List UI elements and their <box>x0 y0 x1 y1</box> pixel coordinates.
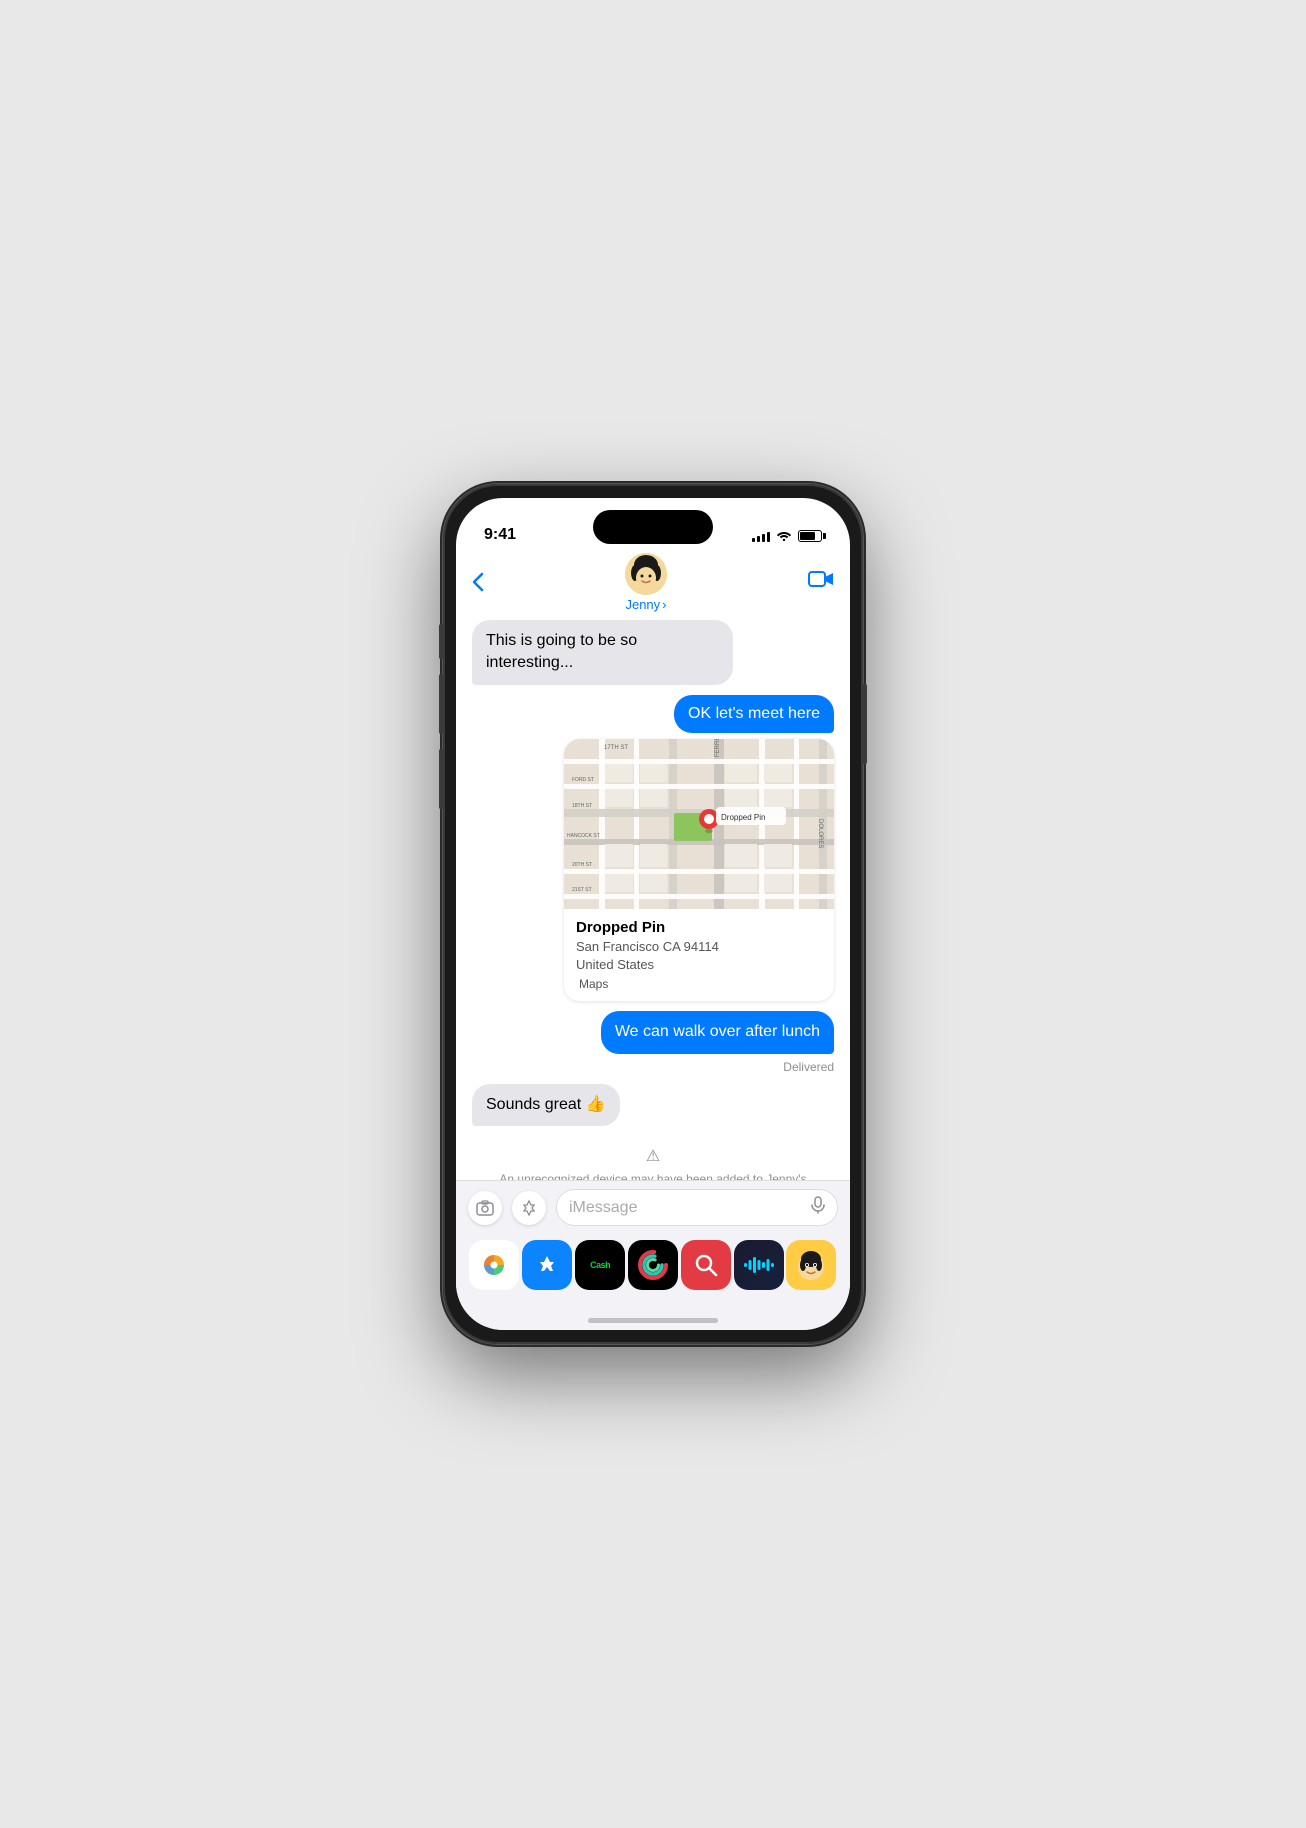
messages-area: This is going to be so interesting... OK… <box>456 612 850 1180</box>
svg-text:DOLORES: DOLORES <box>817 819 823 848</box>
security-alert: ⚠ An unrecognized device may have been a… <box>472 1136 834 1180</box>
map-card[interactable]: FERRERO ST 17TH ST FORD ST 18TH ST HANCO… <box>564 739 834 1001</box>
message-row: OK let's meet here <box>472 695 834 1001</box>
map-pin-title: Dropped Pin <box>576 919 822 936</box>
volume-up-button[interactable] <box>439 674 443 734</box>
message-row: We can walk over after lunch <box>472 1011 834 1053</box>
back-button[interactable] <box>472 572 484 592</box>
wifi-icon <box>776 528 792 544</box>
message-row: This is going to be so interesting... <box>472 620 834 685</box>
app-store-tray-icon[interactable] <box>522 1240 572 1290</box>
video-call-button[interactable] <box>808 569 834 595</box>
message-bubble-received: This is going to be so interesting... <box>472 620 733 685</box>
message-text: OK let's meet here <box>688 705 820 722</box>
contact-name: Jenny › <box>625 597 666 612</box>
svg-text:18TH ST: 18TH ST <box>572 803 592 809</box>
status-icons <box>752 528 822 544</box>
soundana-icon[interactable] <box>734 1240 784 1290</box>
message-text: This is going to be so interesting... <box>486 632 637 671</box>
svg-text:FERRERO ST: FERRERO ST <box>715 739 721 757</box>
search-app-icon[interactable] <box>681 1240 731 1290</box>
signal-icon <box>752 530 770 542</box>
map-address: San Francisco CA 94114 United States <box>576 938 822 974</box>
message-row: Sounds great 👍 <box>472 1084 834 1126</box>
svg-text:Dropped Pin: Dropped Pin <box>721 813 765 822</box>
message-bubble-sent: OK let's meet here <box>674 695 834 733</box>
map-info: Dropped Pin San Francisco CA 94114 Unite… <box>564 909 834 1001</box>
map-message-container: OK let's meet here <box>564 695 834 1001</box>
message-bubble-sent: We can walk over after lunch <box>601 1011 834 1053</box>
chevron-icon: › <box>662 597 666 612</box>
warning-icon: ⚠ <box>646 1146 660 1166</box>
apple-cash-icon[interactable]: Cash <box>575 1240 625 1290</box>
contact-info[interactable]: Jenny › <box>625 553 667 612</box>
svg-text:FORD ST: FORD ST <box>572 777 594 783</box>
svg-text:17TH ST: 17TH ST <box>604 745 628 751</box>
status-time: 9:41 <box>484 526 516 544</box>
map-image: FERRERO ST 17TH ST FORD ST 18TH ST HANCO… <box>564 739 834 909</box>
battery-icon <box>798 530 822 542</box>
phone-screen: 9:41 <box>456 498 850 1330</box>
photos-app-icon[interactable] <box>469 1240 519 1290</box>
message-input-field[interactable]: iMessage <box>556 1189 838 1226</box>
message-text: Sounds great 👍 <box>486 1096 606 1113</box>
home-bar <box>588 1318 718 1323</box>
app-store-button[interactable] <box>512 1191 546 1225</box>
fitness-icon[interactable] <box>628 1240 678 1290</box>
app-tray: Cash <box>456 1234 850 1310</box>
message-text: We can walk over after lunch <box>615 1023 820 1040</box>
nav-header: Jenny › <box>456 552 850 612</box>
dynamic-island <box>593 510 713 544</box>
message-bubble-received: Sounds great 👍 <box>472 1084 620 1126</box>
svg-text:20TH ST: 20TH ST <box>572 862 592 868</box>
mic-icon <box>811 1196 825 1219</box>
alert-text: An unrecognized device may have been add… <box>492 1170 814 1180</box>
imessage-placeholder[interactable]: iMessage <box>569 1199 803 1217</box>
delivered-status: Delivered <box>472 1060 834 1074</box>
svg-text:HANCOCK ST: HANCOCK ST <box>567 833 600 839</box>
map-source: Maps <box>576 977 822 991</box>
power-button[interactable] <box>863 684 867 764</box>
camera-button[interactable] <box>468 1191 502 1225</box>
home-indicator <box>456 1310 850 1330</box>
phone-frame: 9:41 <box>443 484 863 1344</box>
avatar <box>625 553 667 595</box>
memoji-icon[interactable] <box>786 1240 836 1290</box>
input-bar: iMessage <box>456 1180 850 1234</box>
volume-down-button[interactable] <box>439 749 443 809</box>
svg-text:21ST ST: 21ST ST <box>572 887 592 893</box>
